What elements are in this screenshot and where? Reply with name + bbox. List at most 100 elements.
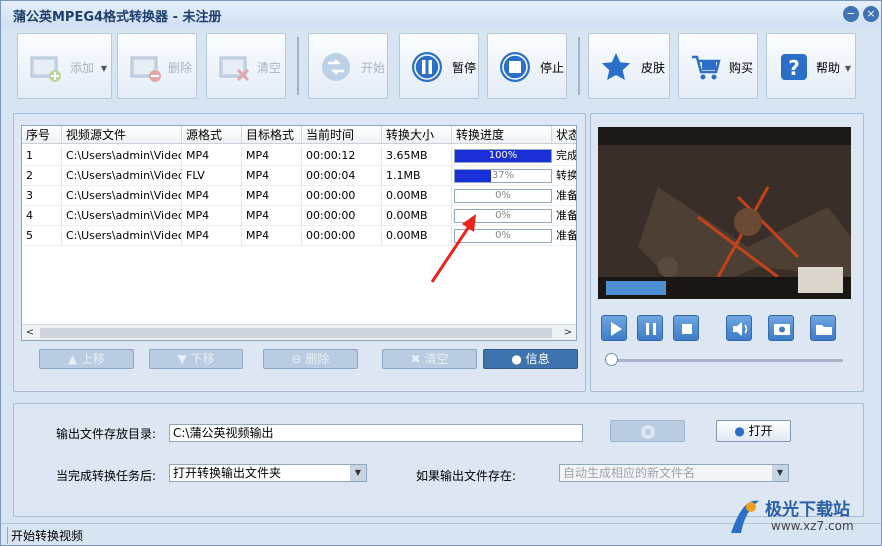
progress-bar: 37% — [454, 169, 552, 183]
current-time: 00:00:04 — [302, 166, 382, 186]
toolbar-divider — [297, 37, 299, 95]
close-button[interactable]: × — [863, 6, 879, 22]
output-dir-field[interactable]: C:\蒲公英视频输出 — [169, 424, 583, 442]
pause-icon — [646, 323, 656, 335]
chevron-down-icon[interactable]: ▼ — [350, 465, 366, 481]
target-format: MP4 — [242, 166, 302, 186]
stop-preview-button[interactable] — [673, 315, 699, 341]
move-down-label: 下移 — [190, 352, 215, 366]
status-text: 转换 — [552, 166, 576, 186]
open-button[interactable]: ● 打开 — [716, 420, 791, 442]
row-number: 5 — [22, 226, 62, 246]
after-complete-value: 打开转换输出文件夹 — [173, 466, 282, 480]
film-icon: ● — [734, 424, 745, 438]
column-header[interactable]: 序号 — [22, 126, 62, 144]
pause-preview-button[interactable] — [637, 315, 663, 341]
open-folder-button[interactable] — [810, 315, 836, 341]
info-button[interactable]: ● 信息 — [483, 349, 578, 369]
snapshot-button[interactable] — [768, 315, 794, 341]
move-down-button[interactable]: ▼ 下移 — [149, 349, 243, 369]
help-label: 帮助 — [816, 61, 841, 75]
watermark-url: www.xz7.com — [771, 519, 854, 533]
toolbar-divider — [578, 37, 580, 95]
stop-label: 停止 — [540, 61, 565, 75]
volume-button[interactable] — [726, 315, 752, 341]
add-dropdown-icon[interactable]: ▼ — [101, 64, 107, 73]
star-icon — [601, 53, 631, 80]
title-bar: 蒲公英MPEG4格式转换器 - 未注册 − × — [1, 1, 881, 27]
table-header: 序号 视频源文件 源格式 目标格式 当前时间 转换大小 转换进度 状态 — [22, 126, 576, 144]
delete-item-button[interactable]: ⊖ 删除 — [263, 349, 358, 369]
status-text: 完成 — [552, 146, 576, 166]
column-header[interactable]: 转换大小 — [382, 126, 452, 144]
delete-button[interactable]: 删除 — [117, 33, 197, 99]
table-row[interactable]: 4 C:\Users\admin\Video... MP4 MP4 00:00:… — [22, 206, 576, 226]
source-file: C:\Users\admin\Video... — [62, 146, 182, 166]
start-button[interactable]: 开始 — [308, 33, 388, 99]
help-button[interactable]: ? 帮助 ▼ — [766, 33, 856, 99]
column-header[interactable]: 状态 — [552, 126, 576, 144]
play-icon — [611, 322, 622, 336]
svg-text:?: ? — [788, 56, 800, 80]
delete-label: 删除 — [168, 61, 193, 75]
seek-slider-knob[interactable] — [605, 353, 618, 366]
table-row[interactable]: 5 C:\Users\admin\Video... MP4 MP4 00:00:… — [22, 226, 576, 246]
clear-list-button[interactable]: ✖ 清空 — [382, 349, 477, 369]
annotation-arrow — [430, 214, 476, 283]
current-time: 00:00:00 — [302, 226, 382, 246]
add-video-icon — [30, 56, 61, 82]
folder-icon — [816, 325, 832, 335]
after-complete-label: 当完成转换任务后: — [56, 469, 157, 483]
scrollbar-thumb[interactable] — [40, 328, 552, 338]
chevron-down-icon[interactable]: ▼ — [772, 465, 788, 481]
delete-video-icon — [130, 56, 161, 82]
table-row[interactable]: 2 C:\Users\admin\Video... FLV MP4 00:00:… — [22, 166, 576, 186]
source-format: MP4 — [182, 226, 242, 246]
table-row[interactable]: 3 C:\Users\admin\Video... MP4 MP4 00:00:… — [22, 186, 576, 206]
after-complete-select[interactable]: 打开转换输出文件夹 ▼ — [169, 464, 367, 482]
help-icon: ? — [781, 54, 807, 80]
open-label: 打开 — [748, 424, 773, 438]
converted-size: 3.65MB — [382, 146, 452, 166]
target-format: MP4 — [242, 226, 302, 246]
buy-button[interactable]: 购买 — [678, 33, 758, 99]
status-text: 准备 — [552, 206, 576, 226]
clear-button[interactable]: 清空 — [206, 33, 286, 99]
target-format: MP4 — [242, 186, 302, 206]
browse-button[interactable] — [610, 420, 685, 442]
column-header[interactable]: 目标格式 — [242, 126, 302, 144]
scroll-right-button[interactable]: > — [560, 325, 576, 340]
scroll-left-button[interactable]: < — [22, 325, 38, 340]
pause-button[interactable]: 暂停 — [399, 33, 479, 99]
file-exists-select[interactable]: 自动生成相应的新文件名 ▼ — [559, 464, 789, 482]
pause-icon — [412, 52, 442, 82]
progress-text: 100% — [488, 150, 518, 161]
help-dropdown-icon[interactable]: ▼ — [845, 64, 851, 73]
column-header[interactable]: 视频源文件 — [62, 126, 182, 144]
play-button[interactable] — [601, 315, 627, 341]
minimize-button[interactable]: − — [843, 6, 859, 22]
column-header[interactable]: 当前时间 — [302, 126, 382, 144]
move-up-button[interactable]: ▲ 上移 — [39, 349, 134, 369]
stop-button[interactable]: 停止 — [487, 33, 567, 99]
status-text: 开始转换视频 — [7, 527, 83, 544]
column-header[interactable]: 转换进度 — [452, 126, 552, 144]
column-header[interactable]: 源格式 — [182, 126, 242, 144]
info-icon: ● — [511, 352, 522, 366]
progress-bar: 100% — [454, 149, 552, 163]
target-format: MP4 — [242, 146, 302, 166]
row-number: 3 — [22, 186, 62, 206]
seek-slider[interactable] — [607, 359, 843, 362]
skin-button[interactable]: 皮肤 — [588, 33, 670, 99]
move-up-label: 上移 — [81, 352, 106, 366]
source-file: C:\Users\admin\Video... — [62, 186, 182, 206]
delete-item-label: 删除 — [305, 352, 330, 366]
current-time: 00:00:12 — [302, 146, 382, 166]
game-scene-image — [598, 127, 851, 299]
add-button[interactable]: 添加 ▼ — [17, 33, 112, 99]
table-row[interactable]: 1 C:\Users\admin\Video... MP4 MP4 00:00:… — [22, 146, 576, 166]
source-format: MP4 — [182, 146, 242, 166]
target-format: MP4 — [242, 206, 302, 226]
horizontal-scrollbar[interactable]: < > — [22, 324, 576, 340]
toolbar: 添加 ▼ 删除 清空 开始 暂停 停止 皮肤 购买 ? 帮助 ▼ — [1, 27, 881, 111]
